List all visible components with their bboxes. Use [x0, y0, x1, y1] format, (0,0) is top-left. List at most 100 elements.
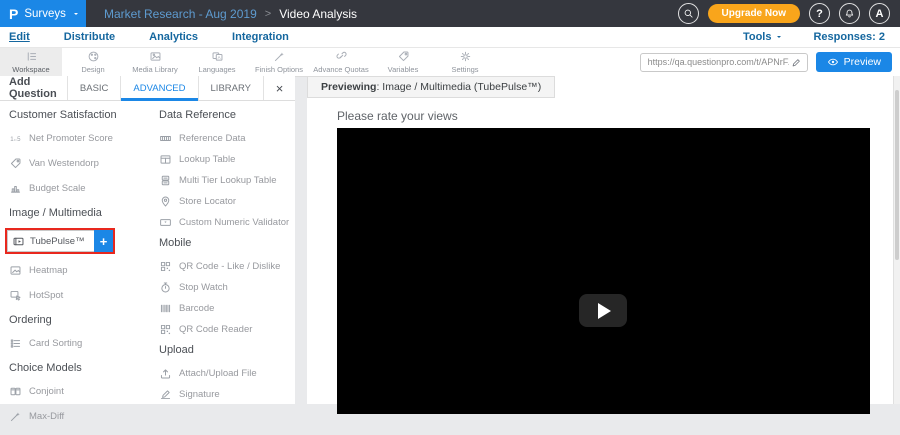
chevron-down-icon — [775, 33, 783, 41]
help-button[interactable]: ? — [809, 3, 830, 24]
question-type-card-sorting[interactable]: Card Sorting — [9, 337, 147, 350]
preview-button[interactable]: Preview — [816, 52, 892, 72]
add-question-panel: Add Question BASICADVANCEDLIBRARY × Cust… — [0, 76, 295, 404]
section-image-multimedia: Image / MultimediaTubePulse™+HeatmapHotS… — [9, 207, 147, 302]
edit-url-button[interactable] — [791, 57, 802, 68]
tab-library[interactable]: LIBRARY — [198, 76, 263, 100]
question-type-budget-scale[interactable]: Budget Scale — [9, 182, 147, 195]
scrollbar-thumb[interactable] — [895, 90, 899, 260]
question-type-heatmap[interactable]: Heatmap — [9, 264, 147, 277]
svg-text:*: * — [164, 221, 167, 227]
question-type-net-promoter-score[interactable]: 15Net Promoter Score — [9, 132, 147, 145]
toolbar-item-design[interactable]: Design — [62, 48, 124, 76]
section-customer-satisfaction: Customer Satisfaction15Net Promoter Scor… — [9, 109, 147, 195]
toolbar-item-languages[interactable]: ALanguages — [186, 48, 248, 76]
question-type-label: TubePulse™ — [30, 236, 85, 247]
question-text: Please rate your views — [337, 109, 458, 123]
video-icon — [12, 235, 25, 248]
question-type-label: Card Sorting — [29, 338, 82, 349]
question-type-conjoint[interactable]: Conjoint — [9, 385, 147, 398]
toolbar-item-workspace[interactable]: Workspace — [0, 48, 62, 76]
upgrade-now-button[interactable]: Upgrade Now — [708, 4, 800, 23]
question-type-signature[interactable]: Signature — [159, 388, 295, 401]
question-type-van-westendorp[interactable]: Van Westendorp — [9, 157, 147, 170]
survey-url-input[interactable] — [646, 56, 791, 68]
question-type-stop-watch[interactable]: Stop Watch — [159, 281, 295, 294]
search-button[interactable] — [678, 3, 699, 24]
media-library-icon — [149, 50, 162, 63]
pencil-icon — [791, 57, 802, 68]
tab-advanced[interactable]: ADVANCED — [120, 76, 197, 100]
breadcrumb-page-name: Video Analysis — [279, 7, 357, 21]
app-header: P Surveys Market Research - Aug 2019 > V… — [0, 0, 900, 27]
toolbar-items: Workspace Design Media LibraryALanguagesFi… — [0, 48, 496, 76]
play-icon — [598, 303, 611, 319]
upload-icon — [159, 367, 172, 380]
question-type-max-diff[interactable]: Max-Diff — [9, 410, 147, 423]
tag-icon — [397, 50, 410, 63]
nav-item-edit[interactable]: Edit — [9, 31, 30, 43]
toolbar-item-media-library[interactable]: Media Library — [124, 48, 186, 76]
section-data-reference: Data ReferenceReference DataLookup Table… — [159, 109, 295, 229]
tools-menu[interactable]: Tools — [743, 31, 784, 43]
question-type-label: Signature — [179, 389, 220, 400]
nav-right: Tools Responses: 2 — [743, 31, 891, 43]
toolbar-item-finish-options[interactable]: Finish Options — [248, 48, 310, 76]
question-type-label: Budget Scale — [29, 183, 86, 194]
toolbar-item-variables[interactable]: Variables — [372, 48, 434, 76]
header-actions: Upgrade Now ? A — [678, 3, 900, 24]
preview-panel: Previewing : Image / Multimedia (TubePul… — [307, 76, 893, 404]
surveys-menu-label: Surveys — [24, 8, 66, 20]
survey-url-box — [640, 53, 808, 72]
toolbar-item-label: Advance Quotas — [313, 65, 368, 74]
preview-tab-label: : Image / Multimedia (TubePulse™) — [376, 81, 541, 93]
section-title: Mobile — [159, 237, 295, 249]
question-type-label: HotSpot — [29, 290, 63, 301]
nav-item-distribute[interactable]: Distribute — [64, 31, 115, 43]
question-type-label: Attach/Upload File — [179, 368, 257, 379]
bell-icon — [844, 8, 855, 19]
notifications-button[interactable] — [839, 3, 860, 24]
responses-link[interactable]: Responses: 2 — [813, 31, 885, 43]
data-strip-icon — [159, 132, 172, 145]
bar-chart-icon — [9, 182, 22, 195]
question-type-barcode[interactable]: Barcode — [159, 302, 295, 315]
video-player[interactable] — [337, 128, 870, 414]
close-panel-button[interactable]: × — [263, 76, 295, 100]
toolbar-item-settings[interactable]: Settings — [434, 48, 496, 76]
question-type-tubepulse[interactable]: TubePulse™ — [7, 230, 94, 252]
nav-item-analytics[interactable]: Analytics — [149, 31, 198, 43]
toolbar-item-label: Languages — [198, 65, 235, 74]
question-type-hotspot[interactable]: HotSpot — [9, 289, 147, 302]
section-mobile: Mobile QR Code - Like / Dislike Stop Watch… — [159, 237, 295, 336]
avatar[interactable]: A — [869, 3, 890, 24]
section-choice-models: Choice ModelsConjointMax-Diff — [9, 362, 147, 423]
question-type-reference-data[interactable]: Reference Data — [159, 132, 295, 145]
toolbar-item-label: Design — [81, 65, 104, 74]
add-question-type-button[interactable]: + — [94, 230, 113, 252]
nav-item-integration[interactable]: Integration — [232, 31, 289, 43]
vertical-scrollbar[interactable] — [893, 76, 900, 404]
question-type-attach-upload-file[interactable]: Attach/Upload File — [159, 367, 295, 380]
workspace-icon — [25, 50, 38, 63]
qr-code-icon — [159, 323, 172, 336]
question-type-qr-code-reader[interactable]: QR Code Reader — [159, 323, 295, 336]
question-type-label: Multi Tier Lookup Table — [179, 175, 277, 186]
play-button[interactable] — [579, 294, 627, 327]
question-type-lookup-table[interactable]: Lookup Table — [159, 153, 295, 166]
svg-text:1: 1 — [10, 136, 14, 143]
tab-basic[interactable]: BASIC — [67, 76, 121, 100]
surveys-menu[interactable]: P Surveys — [0, 0, 86, 27]
cursor-icon — [9, 289, 22, 302]
question-type-label: Lookup Table — [179, 154, 235, 165]
question-type-custom-numeric-validator[interactable]: *Custom Numeric Validator — [159, 216, 295, 229]
question-type-store-locator[interactable]: Store Locator — [159, 195, 295, 208]
stopwatch-icon — [159, 281, 172, 294]
toolbar-item-advance-quotas[interactable]: Advance Quotas — [310, 48, 372, 76]
question-type-qr-code-like-dislike[interactable]: QR Code - Like / Dislike — [159, 260, 295, 273]
breadcrumb-survey-name[interactable]: Market Research - Aug 2019 — [104, 7, 257, 21]
question-type-label: Max-Diff — [29, 411, 64, 422]
preview-tab: Previewing : Image / Multimedia (TubePul… — [307, 76, 555, 98]
question-type-multi-tier-lookup-table[interactable]: Multi Tier Lookup Table — [159, 174, 295, 187]
question-type-label: QR Code - Like / Dislike — [179, 261, 280, 272]
